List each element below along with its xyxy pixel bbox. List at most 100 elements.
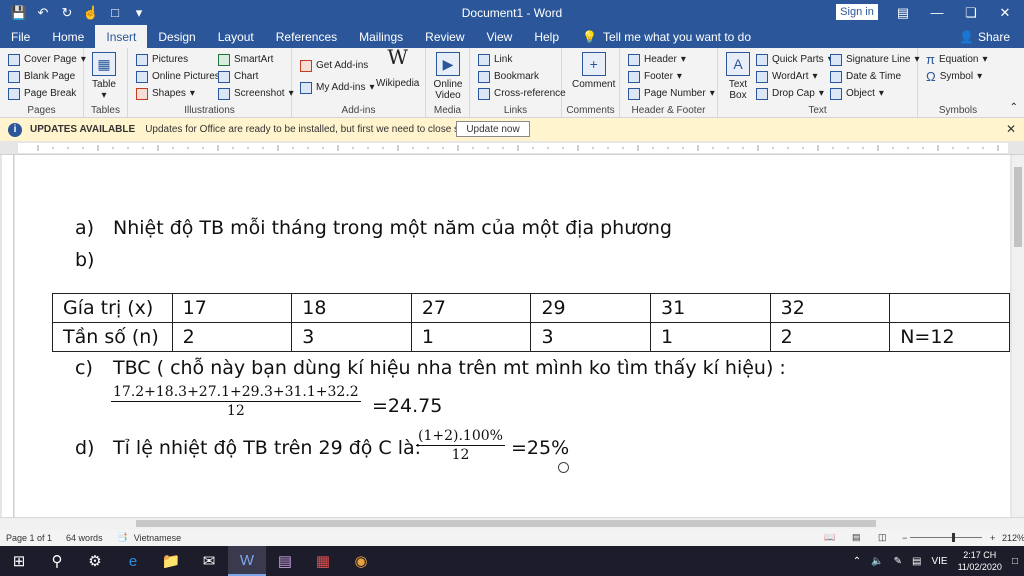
collapse-ribbon-icon[interactable]: ⌃ <box>1010 102 1018 113</box>
read-mode-icon[interactable]: 📖 <box>824 532 835 543</box>
save-icon[interactable]: 💾 <box>8 2 30 24</box>
horizontal-scroll-thumb[interactable] <box>136 520 876 527</box>
zoom-slider-thumb[interactable] <box>952 533 955 542</box>
vertical-scrollbar[interactable] <box>1012 155 1024 517</box>
mean-fraction[interactable]: 17.2+18.3+27.1+29.3+31.1+32.2 12 <box>111 383 361 420</box>
mail-icon[interactable]: ✉ <box>190 546 228 576</box>
footer-button[interactable]: Footer ▾ <box>628 69 682 84</box>
footer-icon <box>628 70 640 83</box>
zoom-level[interactable]: 212% <box>1002 533 1024 543</box>
header-button[interactable]: Header ▾ <box>628 52 686 67</box>
show-hidden-icons-icon[interactable]: ⌃ <box>853 556 861 567</box>
chrome-browser-icon[interactable]: ◉ <box>342 546 380 576</box>
horizontal-ruler[interactable] <box>0 141 1024 155</box>
date-time-button[interactable]: Date & Time <box>830 69 901 84</box>
language-indicator[interactable]: Vietnamese <box>134 533 181 543</box>
new-document-icon[interactable]: □ <box>104 2 126 24</box>
word-count[interactable]: 64 words <box>66 533 103 543</box>
print-layout-icon[interactable]: ▤ <box>852 532 861 543</box>
customize-qat-icon[interactable]: ▾ <box>128 2 150 24</box>
winrar-icon[interactable]: ▤ <box>266 546 304 576</box>
edge-browser-icon[interactable]: e <box>114 546 152 576</box>
blank-page-button[interactable]: Blank Page <box>8 69 75 84</box>
cross-reference-button[interactable]: Cross-reference <box>478 86 566 101</box>
redo-icon[interactable]: ↻ <box>56 2 78 24</box>
screenshot-button[interactable]: Screenshot ▾ <box>218 86 294 101</box>
drop-cap-button[interactable]: Drop Cap ▾ <box>756 86 824 101</box>
start-windows-icon[interactable]: ⊞ <box>0 546 38 576</box>
touch-mode-icon[interactable]: ☝ <box>80 2 102 24</box>
tab-design[interactable]: Design <box>147 25 206 48</box>
close-notification-icon[interactable]: ✕ <box>1006 122 1016 136</box>
my-addins-button[interactable]: My Add-ins ▾ <box>300 80 375 95</box>
web-layout-icon[interactable]: ◫ <box>878 532 887 543</box>
tab-references[interactable]: References <box>265 25 348 48</box>
omega-icon: Ω <box>926 69 936 84</box>
undo-icon[interactable]: ↶ <box>32 2 54 24</box>
equation-button[interactable]: π Equation ▾ <box>926 52 988 67</box>
tab-review[interactable]: Review <box>414 25 475 48</box>
online-pictures-button[interactable]: Online Pictures <box>136 69 220 84</box>
zoom-slider[interactable] <box>910 537 982 538</box>
tab-layout[interactable]: Layout <box>207 25 265 48</box>
smartart-button[interactable]: SmartArt <box>218 52 273 67</box>
update-now-button[interactable]: Update now <box>456 121 530 137</box>
tab-file[interactable]: File <box>0 25 41 48</box>
horizontal-scrollbar[interactable] <box>0 517 1024 529</box>
page-number-button[interactable]: Page Number ▾ <box>628 86 715 101</box>
ribbon-display-options-icon[interactable]: ▤ <box>886 0 920 25</box>
table-button[interactable]: ▦ Table ▾ <box>92 52 116 101</box>
input-language[interactable]: VIE <box>931 556 947 567</box>
sign-in-button[interactable]: Sign in <box>836 4 878 20</box>
ratio-fraction[interactable]: (1+2).100% 12 <box>416 427 505 464</box>
page-break-button[interactable]: Page Break <box>8 86 76 101</box>
vertical-ruler[interactable] <box>2 155 14 517</box>
word-app-icon[interactable]: W <box>228 546 266 576</box>
zoom-out-icon[interactable]: − <box>902 533 907 543</box>
object-button[interactable]: Object ▾ <box>830 86 884 101</box>
app-grid-icon[interactable]: ▦ <box>304 546 342 576</box>
tab-help[interactable]: Help <box>523 25 570 48</box>
ratio-numerator: (1+2).100% <box>416 428 505 446</box>
signature-line-button[interactable]: Signature Line ▾ <box>830 52 920 67</box>
clock[interactable]: 2:17 CH 11/02/2020 <box>958 549 1002 573</box>
table-cell: 27 <box>410 293 532 323</box>
share-button[interactable]: 👤 Share <box>959 25 1010 48</box>
tab-insert[interactable]: Insert <box>95 25 148 48</box>
page-count[interactable]: Page 1 of 1 <box>6 533 52 543</box>
restore-icon[interactable]: ❏ <box>954 0 988 25</box>
wordart-button[interactable]: WordArt ▾ <box>756 69 818 84</box>
cover-page-button[interactable]: Cover Page ▾ <box>8 52 86 67</box>
quick-parts-button[interactable]: Quick Parts▾ <box>756 52 833 67</box>
comment-button[interactable]: + Comment <box>572 52 615 90</box>
symbol-button[interactable]: Ω Symbol ▾ <box>926 69 982 84</box>
tell-me-box[interactable]: 💡 Tell me what you want to do <box>570 25 751 48</box>
proofing-icon[interactable]: 📑 <box>117 532 128 543</box>
tab-home[interactable]: Home <box>41 25 95 48</box>
bookmark-button[interactable]: Bookmark <box>478 69 539 84</box>
pen-icon[interactable]: ✎ <box>894 556 902 567</box>
frequency-table[interactable]: Gía trị (x) 17 18 27 29 31 32 Tần số (n)… <box>52 293 1010 352</box>
shapes-button[interactable]: Shapes ▾ <box>136 86 195 101</box>
text-box-button[interactable]: A Text Box <box>724 52 752 101</box>
search-icon[interactable]: ⚲ <box>38 546 76 576</box>
wikipedia-button[interactable]: W Wikipedia <box>376 47 419 89</box>
settings-gear-icon[interactable]: ⚙ <box>76 546 114 576</box>
chart-icon <box>218 70 230 83</box>
link-button[interactable]: Link <box>478 52 512 67</box>
zoom-in-icon[interactable]: + <box>990 533 995 543</box>
pictures-button[interactable]: Pictures <box>136 52 188 67</box>
chart-button[interactable]: Chart <box>218 69 258 84</box>
file-explorer-icon[interactable]: 📁 <box>152 546 190 576</box>
tab-view[interactable]: View <box>476 25 524 48</box>
document-page[interactable]: a) Nhiệt độ TB mỗi tháng trong một năm củ… <box>15 155 1010 517</box>
network-icon[interactable]: ▤ <box>912 556 921 567</box>
notifications-icon[interactable]: □ <box>1012 556 1018 567</box>
volume-icon[interactable]: 🔈 <box>871 556 883 567</box>
online-video-button[interactable]: ▶ Online Video <box>432 52 464 101</box>
vertical-scroll-thumb[interactable] <box>1014 167 1022 247</box>
object-handle[interactable] <box>558 462 569 473</box>
close-icon[interactable]: ✕ <box>988 0 1022 25</box>
minimize-icon[interactable]: — <box>920 0 954 25</box>
get-addins-button[interactable]: Get Add-ins <box>300 58 368 73</box>
